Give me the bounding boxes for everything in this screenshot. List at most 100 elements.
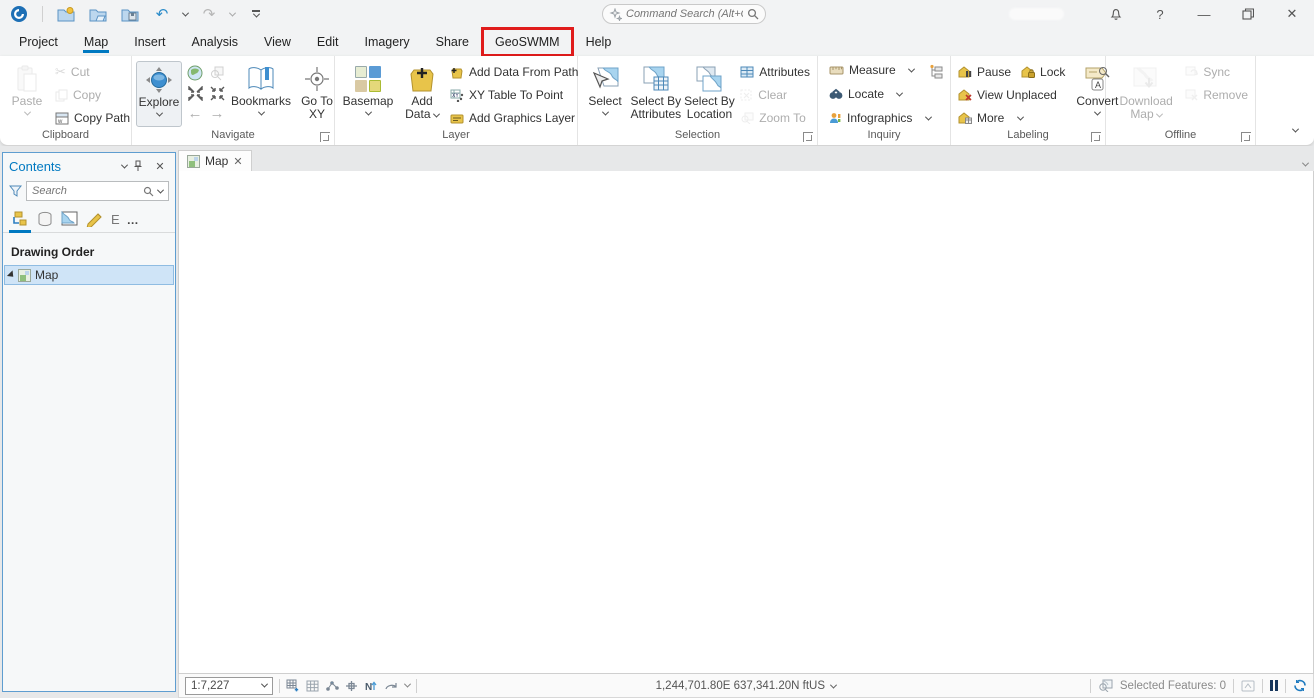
pane-pin-icon[interactable]: [133, 160, 151, 172]
list-by-labeling-icon[interactable]: E: [111, 212, 120, 232]
labeling-dialog-launcher[interactable]: [1091, 132, 1101, 142]
attributes-button[interactable]: Attributes: [737, 63, 813, 81]
tab-share[interactable]: Share: [423, 28, 482, 56]
view-unplaced-button[interactable]: View Unplaced: [955, 86, 1068, 104]
zoom-to-selection-button[interactable]: Zoom To: [737, 109, 813, 127]
selection-group-label: Selection: [578, 128, 817, 145]
list-by-drawing-order-icon[interactable]: [11, 211, 29, 232]
inquiry-group-label: Inquiry: [818, 128, 950, 145]
layout-grid-add-icon[interactable]: [286, 679, 300, 692]
select-by-attributes-button[interactable]: Select By Attributes: [630, 61, 682, 127]
pane-close-icon[interactable]: ✕: [151, 160, 169, 173]
command-search[interactable]: [602, 4, 766, 24]
customize-quick-access-icon[interactable]: [245, 2, 267, 26]
save-project-icon[interactable]: [119, 2, 141, 26]
contents-search-box[interactable]: [26, 181, 169, 201]
go-to-xy-button[interactable]: Go To XY: [294, 61, 340, 127]
measure-button[interactable]: Measure: [826, 61, 917, 79]
status-tools-chevron-icon[interactable]: [404, 681, 411, 688]
offline-dialog-launcher[interactable]: [1241, 132, 1251, 142]
navigate-group-label: Navigate: [132, 128, 334, 145]
map-canvas[interactable]: [178, 171, 1314, 674]
more-labeling-button[interactable]: More: [955, 109, 1068, 127]
explore-button[interactable]: Explore: [136, 61, 182, 127]
snapping-icon[interactable]: [325, 680, 339, 692]
fixed-zoom-out-icon[interactable]: [210, 86, 225, 101]
filter-icon[interactable]: [9, 185, 22, 197]
tab-map[interactable]: Map: [71, 28, 121, 56]
download-map-button[interactable]: Download Map: [1116, 61, 1176, 127]
contents-search-dropdown-icon[interactable]: [157, 186, 164, 193]
tab-project[interactable]: Project: [6, 28, 71, 56]
map-view-tab[interactable]: Map ✕: [178, 150, 252, 171]
previous-extent-icon[interactable]: ←: [188, 105, 203, 122]
tab-insert[interactable]: Insert: [121, 28, 178, 56]
pane-menu-chevron-icon[interactable]: [115, 160, 133, 172]
selection-dialog-launcher[interactable]: [803, 132, 813, 142]
paste-button[interactable]: Paste: [4, 61, 50, 127]
coordinate-conversion-icon[interactable]: [929, 64, 944, 79]
list-by-data-source-icon[interactable]: [36, 211, 54, 232]
list-by-selection-icon[interactable]: [61, 211, 79, 232]
north-arrow-icon[interactable]: N: [364, 680, 378, 692]
help-icon[interactable]: ?: [1138, 0, 1182, 28]
undo-dropdown-icon[interactable]: [182, 9, 189, 16]
tab-analysis[interactable]: Analysis: [179, 28, 252, 56]
pause-drawing-icon[interactable]: [1270, 680, 1278, 691]
view-tab-overflow-icon[interactable]: [1302, 160, 1309, 167]
cut-button[interactable]: ✂ Cut: [52, 63, 133, 81]
clear-selection-button[interactable]: Clear: [737, 86, 813, 104]
locate-button[interactable]: Locate: [826, 85, 905, 103]
sync-button[interactable]: Sync: [1182, 63, 1251, 81]
tab-geoswmm[interactable]: GeoSWMM: [482, 28, 573, 56]
add-graphics-layer-button[interactable]: Add Graphics Layer: [447, 109, 581, 127]
redo-icon[interactable]: ↷: [198, 2, 220, 26]
contents-search-input[interactable]: [32, 185, 139, 197]
minimize-button[interactable]: —: [1182, 0, 1226, 28]
command-search-input[interactable]: [626, 8, 743, 20]
select-button[interactable]: Select: [582, 61, 628, 127]
notifications-bell-icon[interactable]: [1094, 0, 1138, 28]
pause-labeling-button[interactable]: Pause: [955, 63, 1014, 81]
open-project-icon[interactable]: [87, 2, 109, 26]
lock-labeling-button[interactable]: Lock: [1018, 63, 1068, 81]
navigate-dialog-launcher[interactable]: [320, 132, 330, 142]
expander-icon[interactable]: [7, 270, 16, 279]
tab-help[interactable]: Help: [573, 28, 625, 56]
close-button[interactable]: ✕: [1270, 0, 1314, 28]
add-data-button[interactable]: Add Data: [399, 61, 445, 127]
list-by-editing-icon[interactable]: [86, 211, 104, 232]
remove-button[interactable]: Remove: [1182, 86, 1251, 104]
tab-edit[interactable]: Edit: [304, 28, 352, 56]
xy-table-to-point-button[interactable]: XY XY Table To Point: [447, 86, 581, 104]
close-view-icon[interactable]: ✕: [233, 155, 242, 168]
add-data-from-path-button[interactable]: Add Data From Path: [447, 63, 581, 81]
infographics-button[interactable]: Infographics: [826, 109, 934, 127]
basemap-button[interactable]: Basemap: [339, 61, 397, 127]
copy-button[interactable]: Copy: [52, 86, 133, 104]
fixed-zoom-in-icon[interactable]: [188, 86, 203, 101]
map-layer-item[interactable]: Map: [4, 265, 174, 285]
undo-icon[interactable]: ↶: [151, 2, 173, 26]
zoom-to-selection-icon[interactable]: [209, 65, 225, 81]
bookmarks-button[interactable]: Bookmarks: [230, 61, 292, 127]
redo-dropdown-icon[interactable]: [229, 9, 236, 16]
select-by-location-button[interactable]: Select By Location: [684, 61, 736, 127]
grid-icon[interactable]: [306, 680, 319, 692]
crosshair-icon[interactable]: [345, 680, 358, 692]
next-extent-icon[interactable]: →: [210, 105, 225, 122]
collapse-ribbon-icon[interactable]: [1292, 126, 1299, 133]
full-extent-icon[interactable]: [187, 65, 203, 81]
restore-button[interactable]: [1226, 0, 1270, 28]
more-view-tabs-icon[interactable]: …: [127, 213, 140, 232]
new-project-icon[interactable]: [55, 2, 77, 26]
refresh-icon[interactable]: [1293, 679, 1307, 692]
tab-imagery[interactable]: Imagery: [351, 28, 422, 56]
map-extent-icon[interactable]: [1241, 680, 1255, 692]
zoom-to-selected-icon[interactable]: [1098, 679, 1113, 692]
tab-view[interactable]: View: [251, 28, 304, 56]
group-layer: Basemap Add Data Add Data From Path: [335, 56, 578, 145]
copy-path-button[interactable]: w Copy Path: [52, 109, 133, 127]
rotate-view-icon[interactable]: [384, 680, 399, 692]
scale-combobox[interactable]: 1:7,227: [185, 677, 273, 695]
